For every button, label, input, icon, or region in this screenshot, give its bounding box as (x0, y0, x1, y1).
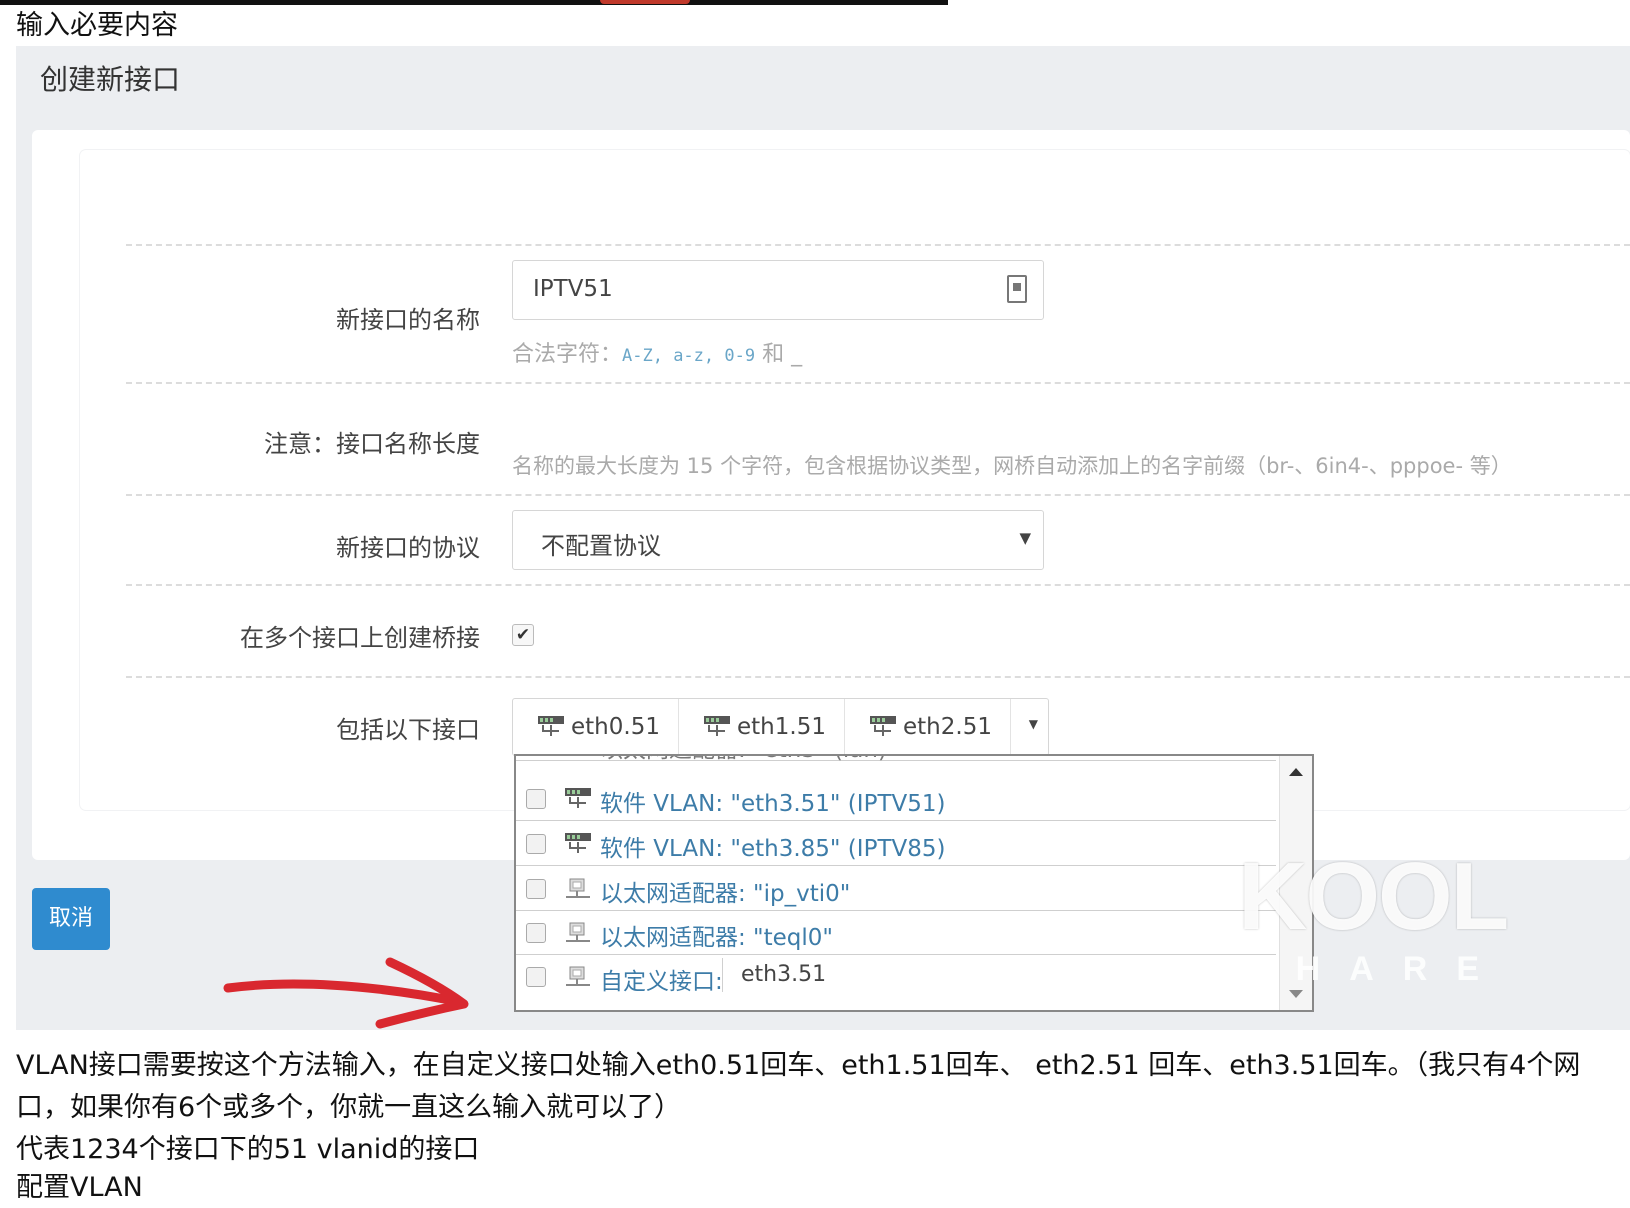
scroll-up-icon[interactable] (1289, 768, 1303, 776)
network-icon (870, 716, 896, 736)
interface-chip[interactable]: eth1.51 (679, 699, 845, 755)
dropdown-item[interactable]: 以太网适配器: "teql0" (516, 910, 1276, 955)
interface-chip[interactable]: eth2.51 (845, 699, 1011, 755)
dropdown-item[interactable]: 软件 VLAN: "eth3.51" (IPTV51) (516, 776, 1276, 821)
cancel-button[interactable]: 取消 (32, 888, 110, 950)
chevron-down-icon: ▼ (1019, 529, 1031, 547)
caption-line: VLAN接口需要按这个方法输入，在自定义接口处输入eth0.51回车、eth1.… (16, 1050, 1581, 1081)
keyboard-icon[interactable] (1007, 275, 1027, 303)
chip-label: eth2.51 (903, 714, 992, 740)
item-checkbox[interactable] (526, 789, 546, 809)
divider (126, 494, 1630, 496)
divider (126, 676, 1630, 678)
protocol-select[interactable]: 不配置协议 ▼ (512, 510, 1044, 570)
item-label: 以太网适配器: "eth3" (lan) (600, 756, 887, 764)
protocol-value: 不配置协议 (541, 532, 661, 560)
item-label: 以太网适配器: "teql0" (600, 925, 834, 951)
note-label: 注意：接口名称长度 (264, 430, 480, 458)
scroll-down-icon[interactable] (1289, 990, 1303, 998)
divider (126, 584, 1630, 586)
red-arrow-annotation (223, 957, 469, 1029)
chip-label: eth0.51 (571, 714, 660, 740)
chevron-down-icon[interactable]: ▼ (1029, 717, 1038, 731)
item-checkbox[interactable] (526, 923, 546, 943)
network-icon (538, 716, 564, 736)
item-checkbox[interactable] (526, 879, 546, 899)
chip-label: eth1.51 (737, 714, 826, 740)
network-icon (565, 788, 591, 808)
caption-line: 代表1234个接口下的51 vlanid的接口 (16, 1134, 480, 1165)
include-label: 包括以下接口 (336, 716, 480, 744)
caption-line: 口，如果你有6个或多个，你就一直这么输入就可以了） (16, 1092, 682, 1123)
name-hint-prefix: 合法字符： (512, 342, 623, 367)
panel-title: 创建新接口 (40, 63, 181, 96)
top-image-edge (0, 0, 948, 5)
caption-top: 输入必要内容 (16, 10, 178, 41)
interface-name-input[interactable]: IPTV51 (512, 260, 1044, 320)
name-hint: 合法字符：A-Z, a-z, 0-9 和 _ (512, 336, 802, 368)
item-label: 以太网适配器: "ip_vti0" (600, 881, 851, 907)
dropdown-item[interactable]: 以太网适配器: "ip_vti0" (516, 866, 1276, 911)
protocol-label: 新接口的协议 (336, 534, 480, 562)
interface-chip[interactable]: eth0.51 (513, 699, 679, 755)
custom-interface-input[interactable]: eth3.51 (722, 958, 1243, 992)
dropdown-scrollbar[interactable] (1279, 756, 1312, 1010)
item-checkbox[interactable] (526, 967, 546, 987)
item-label: 软件 VLAN: "eth3.51" (IPTV51) (600, 791, 946, 817)
top-red-mark (600, 0, 690, 4)
dropdown-item[interactable]: 以太网适配器: "eth3" (lan) (516, 756, 1276, 764)
caption-line: 配置VLAN (16, 1172, 143, 1203)
note-text: 名称的最大长度为 15 个字符，包含根据协议类型，网桥自动添加上的名字前缀（br… (512, 454, 1512, 478)
item-label: 软件 VLAN: "eth3.85" (IPTV85) (600, 836, 946, 862)
name-hint-suffix: 和 _ (755, 342, 803, 367)
interfaces-dropdown[interactable]: 以太网适配器: "eth3" (lan) 软件 VLAN: "eth3.51" … (514, 754, 1314, 1012)
custom-interface-label: 自定义接口: (600, 969, 723, 995)
ethernet-icon (566, 878, 590, 898)
interface-name-value: IPTV51 (533, 276, 613, 302)
ethernet-icon (566, 966, 590, 986)
name-label: 新接口的名称 (336, 306, 480, 334)
divider (126, 244, 1630, 246)
network-icon (704, 716, 730, 736)
dropdown-item[interactable]: 软件 VLAN: "eth3.85" (IPTV85) (516, 821, 1276, 866)
interfaces-multiselect[interactable]: eth0.51 eth1.51 eth2.51 ▼ (512, 698, 1049, 756)
bridge-label: 在多个接口上创建桥接 (240, 624, 480, 652)
name-hint-chars: A-Z, a-z, 0-9 (622, 346, 756, 366)
bridge-checkbox[interactable]: ✔ (512, 624, 534, 646)
dropdown-item-custom[interactable]: 自定义接口: eth3.51 (516, 954, 1276, 1006)
divider (126, 382, 1630, 384)
ethernet-icon (566, 922, 590, 942)
item-checkbox[interactable] (526, 834, 546, 854)
network-icon (565, 833, 591, 853)
custom-interface-value: eth3.51 (741, 962, 827, 987)
